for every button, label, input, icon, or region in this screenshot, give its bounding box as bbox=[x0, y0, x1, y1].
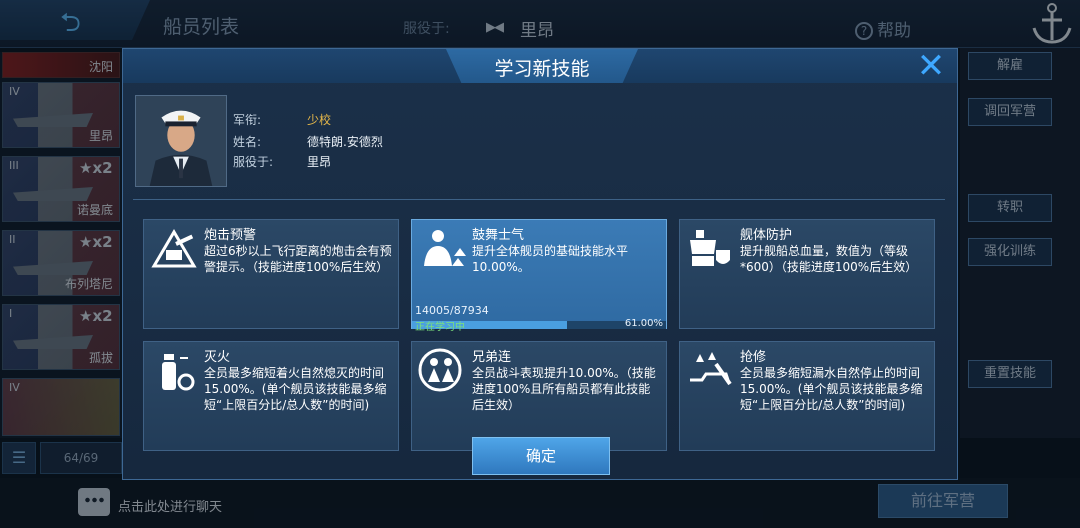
skill-name: 抢修 bbox=[740, 350, 767, 365]
officer-portrait bbox=[135, 95, 227, 187]
serve-ship-name: 里昂 bbox=[307, 155, 332, 169]
learn-skill-dialog: 学习新技能 ✕ 军衔: 少校 姓名: 德特朗.安德烈 服役于: 里昂 炮击预警 … bbox=[122, 48, 958, 480]
skill-description: 提升全体舰员的基础技能水平10.00%。 bbox=[472, 244, 629, 274]
skill-description: 全员最多缩短漏水自然停止的时间15.00%。(单个舰员该技能最多缩短“上限百分比… bbox=[740, 366, 923, 412]
skill-card-hull-protection[interactable]: 舰体防护 提升舰船总血量，数值为（等级*600）（技能进度100%后生效） bbox=[679, 219, 935, 329]
confirm-button[interactable]: 确定 bbox=[472, 437, 610, 475]
serve-label: 服役于: bbox=[233, 155, 274, 169]
skill-card-bombardment-warning[interactable]: 炮击预警 超过6秒以上飞行距离的炮击会有预警提示。（技能进度100%后生效） bbox=[143, 219, 399, 329]
morale-boost-icon bbox=[424, 230, 466, 266]
skill-description: 全员最多缩短着火自然熄灭的时间15.00%。(单个舰员该技能最多缩短“上限百分比… bbox=[204, 366, 387, 412]
divider bbox=[133, 199, 945, 200]
rank-value: 少校 bbox=[307, 113, 332, 127]
fire-extinguisher-icon bbox=[162, 354, 195, 391]
skill-card-brotherhood[interactable]: 兄弟连 全员战斗表现提升10.00%。（技能进度100%且所有船员都有此技能后生… bbox=[411, 341, 667, 451]
skill-description: 提升舰船总血量，数值为（等级*600）（技能进度100%后生效） bbox=[740, 244, 918, 274]
repair-icon bbox=[690, 352, 732, 386]
skill-card-emergency-repair[interactable]: 抢修 全员最多缩短漏水自然停止的时间15.00%。(单个舰员该技能最多缩短“上限… bbox=[679, 341, 935, 451]
skill-description: 全员战斗表现提升10.00%。（技能进度100%且所有船员都有此技能后生效） bbox=[472, 366, 656, 412]
skill-description: 超过6秒以上飞行距离的炮击会有预警提示。（技能进度100%后生效） bbox=[204, 244, 392, 274]
skill-progress-count: 14005/87934 bbox=[415, 304, 489, 317]
skill-name: 兄弟连 bbox=[472, 350, 512, 365]
close-icon[interactable]: ✕ bbox=[913, 49, 949, 83]
officer-name: 德特朗.安德烈 bbox=[307, 135, 383, 149]
skill-card-morale-boost[interactable]: 鼓舞士气 提升全体舰员的基础技能水平10.00%。 14005/87934 正在… bbox=[411, 219, 667, 333]
name-label: 姓名: bbox=[233, 135, 262, 149]
rank-label: 军衔: bbox=[233, 113, 262, 127]
hull-protection-icon bbox=[690, 230, 730, 266]
brotherhood-icon bbox=[418, 348, 462, 392]
skill-name: 鼓舞士气 bbox=[472, 228, 525, 243]
turret-warning-icon bbox=[151, 229, 197, 268]
skill-name: 灭火 bbox=[204, 350, 231, 365]
skill-card-firefighting[interactable]: 灭火 全员最多缩短着火自然熄灭的时间15.00%。(单个舰员该技能最多缩短“上限… bbox=[143, 341, 399, 451]
skill-name: 炮击预警 bbox=[204, 228, 257, 243]
skill-name: 舰体防护 bbox=[740, 228, 793, 243]
skill-progress-status: 正在学习中 bbox=[415, 322, 465, 333]
dialog-title: 学习新技能 bbox=[494, 58, 590, 80]
skill-progress-percent: 61.00% bbox=[624, 318, 663, 329]
